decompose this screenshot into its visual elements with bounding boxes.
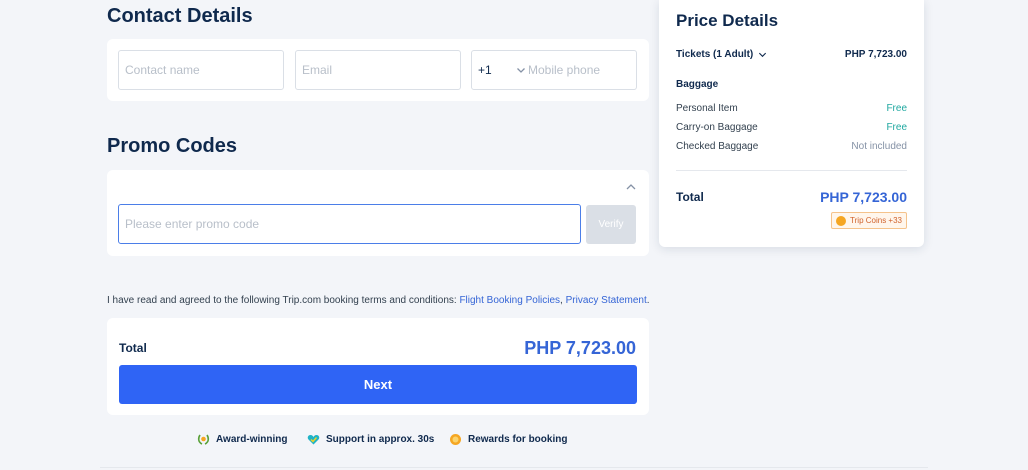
flight-booking-policies-link[interactable]: Flight Booking Policies: [459, 295, 560, 306]
perk-rewards: Rewards for booking: [449, 433, 567, 446]
baggage-item-label: Carry-on Baggage: [676, 122, 758, 133]
baggage-row-carry-on: Carry-on Baggage Free: [676, 122, 907, 133]
baggage-item-value: Free: [886, 103, 907, 114]
email-input[interactable]: [302, 63, 454, 77]
price-total-amount: PHP 7,723.00: [820, 189, 907, 205]
privacy-statement-link[interactable]: Privacy Statement: [566, 295, 647, 306]
verify-button[interactable]: Verify: [586, 205, 636, 244]
perk-label: Rewards for booking: [468, 434, 568, 445]
price-divider: [676, 170, 907, 171]
laurel-icon: [197, 434, 210, 445]
contact-name-field[interactable]: [118, 50, 284, 90]
tickets-amount: PHP 7,723.00: [844, 49, 907, 60]
price-details-panel: Price Details Tickets (1 Adult) PHP 7,72…: [659, 0, 924, 247]
price-total-label: Total: [676, 190, 704, 204]
promo-code-field[interactable]: [118, 204, 581, 244]
trip-coins-badge: Trip Coins +33: [831, 212, 907, 229]
baggage-header: Baggage: [676, 79, 719, 90]
price-total-row: Total PHP 7,723.00: [676, 189, 907, 205]
tickets-row[interactable]: Tickets (1 Adult) PHP 7,723.00: [676, 49, 907, 60]
chevron-up-icon[interactable]: [625, 182, 637, 192]
contact-details-title: Contact Details: [107, 5, 253, 27]
baggage-item-label: Personal Item: [676, 103, 738, 114]
email-field[interactable]: [295, 50, 461, 90]
perk-support: Support in approx. 30s: [307, 433, 434, 446]
heart-check-icon: [307, 435, 320, 445]
perk-label: Award-winning: [216, 434, 288, 445]
total-label: Total: [119, 341, 147, 355]
price-details-title: Price Details: [676, 11, 779, 30]
contact-details-card: +1: [107, 39, 649, 101]
country-code-value: +1: [478, 63, 492, 77]
terms-prefix: I have read and agreed to the following …: [107, 295, 460, 306]
total-amount: PHP 7,723.00: [524, 338, 636, 358]
baggage-item-value: Not included: [851, 141, 907, 152]
perk-award-winning: Award-winning: [197, 433, 287, 446]
mobile-phone-input[interactable]: [526, 63, 636, 77]
perk-label: Support in approx. 30s: [326, 434, 435, 445]
terms-text: I have read and agreed to the following …: [107, 295, 650, 306]
page-bottom-divider: [100, 467, 928, 468]
contact-name-input[interactable]: [125, 63, 277, 77]
trip-coins-label: Trip Coins +33: [850, 216, 902, 225]
baggage-row-checked: Checked Baggage Not included: [676, 141, 907, 152]
promo-code-input[interactable]: [125, 217, 574, 231]
terms-end: .: [646, 295, 650, 306]
baggage-item-value: Free: [886, 122, 907, 133]
summary-card: Total PHP 7,723.00 Next: [107, 318, 649, 415]
baggage-row-personal-item: Personal Item Free: [676, 103, 907, 114]
promo-codes-card: Verify: [107, 170, 649, 256]
baggage-item-label: Checked Baggage: [676, 141, 759, 152]
tickets-label: Tickets (1 Adult): [676, 49, 754, 60]
next-button[interactable]: Next: [119, 365, 637, 404]
chevron-down-icon: [517, 68, 525, 73]
phone-field: +1: [471, 50, 637, 90]
coin-icon: [450, 434, 461, 445]
promo-codes-title: Promo Codes: [107, 135, 238, 157]
chevron-down-icon[interactable]: [758, 50, 767, 59]
coin-icon: [836, 215, 847, 226]
country-code-select[interactable]: +1: [472, 51, 526, 89]
